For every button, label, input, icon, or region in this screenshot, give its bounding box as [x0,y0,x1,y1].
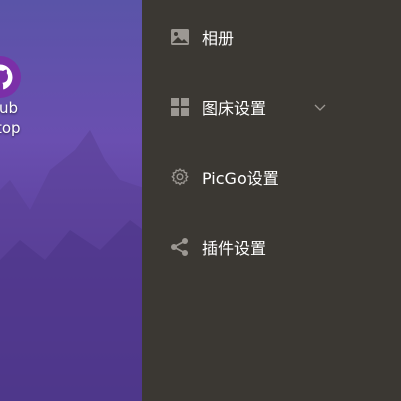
sidebar-menu: 相册 图床设置 PicGo设置 插件设置 [142,0,401,401]
sidebar-item-picgo-settings[interactable]: PicGo设置 [170,162,279,192]
sidebar-item-album[interactable]: 相册 [170,22,234,52]
sidebar-item-plugin-settings[interactable]: 插件设置 [170,232,266,262]
sidebar-item-label: 插件设置 [202,239,267,258]
grid-icon [170,97,190,117]
chevron-down-icon[interactable] [314,97,326,116]
sidebar-item-label: 相册 [202,29,235,48]
sidebar-item-label: 图床设置 [202,99,267,118]
gear-icon [170,167,190,187]
mountain-silhouette [0,130,142,401]
sidebar-item-label: PicGo设置 [202,169,279,188]
share-icon [170,237,190,257]
github-desktop-shortcut[interactable]: tHub sktop [0,56,60,138]
github-icon [0,56,21,98]
desktop-wallpaper: tHub sktop [0,0,142,401]
sidebar-item-image-host-settings[interactable]: 图床设置 [170,92,266,122]
shortcut-label-line1: tHub [0,99,19,117]
shortcut-label-line2: sktop [0,119,21,137]
image-icon [170,27,190,47]
